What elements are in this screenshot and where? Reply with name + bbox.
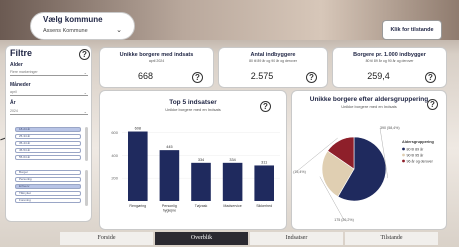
help-icon[interactable]: ? [192, 72, 203, 83]
chevron-down-icon: ⌄ [83, 109, 87, 114]
tab-tilstande[interactable]: Tilstande [345, 232, 438, 245]
help-icon[interactable]: ? [427, 99, 438, 110]
bar [128, 131, 148, 201]
kpi-subtitle: 80 til 89 år og 90 år og derover [249, 59, 297, 63]
bar [222, 162, 243, 201]
kommune-selector[interactable]: Vælg kommune Assens Kommune ⌄ [30, 12, 135, 40]
legend-label: 96 år og derover [407, 159, 434, 163]
y-tick-label: 200 [111, 176, 118, 181]
filter-chip[interactable]: 35-44 år [15, 141, 81, 146]
maaneder-select[interactable]: april ⌄ [10, 89, 88, 96]
help-icon[interactable]: ? [425, 72, 436, 83]
legend-title: Aldersgruppering [402, 140, 435, 144]
legend-label: 80 til 89 år [407, 147, 425, 151]
pie-chart: 390 (58,4%) 175 (26,2%) 103 (15,4%) Aldersg… [292, 126, 435, 222]
kpi-title: Borgere pr. 1.000 indbygger [353, 52, 426, 58]
legend-swatch [402, 153, 405, 157]
aar-select-value: 2024 [10, 109, 18, 113]
help-icon[interactable]: ? [79, 49, 90, 60]
filter-chip[interactable]: Erhverv [15, 184, 81, 189]
chart-subtitle: Unikke borgere med en Indsats [165, 107, 221, 112]
x-tick-label: Personlig [162, 204, 177, 208]
pie-data-label: 175 (26,2%) [334, 218, 354, 222]
filter-chip[interactable]: Borger [15, 170, 81, 175]
kommune-value: Assens Kommune [43, 28, 88, 34]
help-icon[interactable]: ? [260, 101, 271, 112]
kpi-card-indbyggere: Antal indbyggere 80 til 89 år og 90 år o… [218, 47, 328, 88]
x-tick-label: Madservice [223, 204, 241, 208]
chart-title: Top 5 indsatser [169, 99, 217, 106]
filter-chip[interactable]: Personlig [15, 177, 81, 182]
kpi-subtitle: 80 til 89 år og 90 år og derover [365, 59, 414, 63]
bar-value-label: 311 [261, 160, 267, 164]
pie-data-label: 390 (58,4%) [380, 126, 400, 130]
scrollbar[interactable] [85, 170, 88, 206]
scrollbar[interactable] [85, 127, 88, 161]
maaneder-select-value: april [10, 90, 17, 94]
bar-chart-card: Top 5 indsatser Unikke borgere med en In… [99, 90, 287, 230]
kpi-title: Unikke borgere med indsats [119, 52, 194, 58]
filter-chip[interactable]: 18-24 år [15, 127, 81, 132]
bar [254, 165, 274, 201]
help-icon[interactable]: ? [306, 72, 317, 83]
filter-label-maaneder: Måneder [10, 82, 31, 88]
tab-indsatser[interactable]: Indsatser [250, 232, 343, 245]
legend-swatch [402, 159, 405, 163]
bar-value-label: 334 [229, 158, 235, 162]
filter-label-aar: År [10, 100, 16, 106]
kpi-value: 259,4 [367, 71, 390, 81]
x-tick-label: Sikkerhed [256, 204, 272, 208]
tab-forside[interactable]: Forside [60, 232, 153, 245]
kpi-value: 668 [137, 71, 154, 81]
filter-panel: Filtre ? Alder Flere markeringer ⌄ Månede… [5, 45, 92, 222]
aar-select[interactable]: 2024 ⌄ [10, 108, 88, 115]
filter-chip[interactable]: 55-64 år [15, 155, 81, 160]
bar [159, 150, 180, 201]
filter-chip[interactable]: Tilknyttet [15, 191, 81, 196]
chart-title: Unikke borgere efter aldersgruppering [309, 96, 429, 103]
bar-value-label: 445 [166, 145, 172, 149]
filter-chip[interactable]: Forening [15, 198, 81, 203]
bar [191, 162, 211, 201]
chart-subtitle: Unikke borgere med en Indsats [341, 104, 397, 109]
kpi-title: Antal indbyggere [250, 52, 296, 58]
pie-data-label: 103 (15,4%) [292, 170, 306, 174]
y-tick-label: 600 [111, 130, 118, 135]
alder-select-value: Flere markeringer [10, 70, 38, 74]
bar-chart: 200 400 600 608 Rengøring 445 Personlighygiejn… [111, 127, 280, 213]
bottom-navigation: Forside Overblik Indsatser Tilstande [60, 232, 440, 245]
legend-label: 90 til 95 år [407, 153, 425, 157]
kpi-card-unikke-borgere: Unikke borgere med indsats april 2024 66… [99, 47, 214, 88]
filter-title: Filtre [10, 48, 33, 58]
legend-swatch [402, 147, 405, 151]
kpi-value: 2.575 [250, 71, 274, 81]
alder-select[interactable]: Flere markeringer ⌄ [10, 69, 88, 76]
x-tick-label: Tøjvask [195, 204, 208, 208]
chevron-down-icon: ⌄ [83, 70, 87, 75]
kpi-subtitle: april 2024 [148, 59, 165, 63]
help-states-button[interactable]: Klik for tilstande [382, 20, 442, 40]
chevron-down-icon: ⌄ [116, 27, 122, 34]
filter-chip[interactable]: 45-54 år [15, 148, 81, 153]
chevron-down-icon: ⌄ [83, 90, 87, 95]
kpi-card-pr-1000: Borgere pr. 1.000 indbygger 80 til 89 år… [332, 47, 447, 88]
filter-label-alder: Alder [10, 62, 23, 68]
filter-chip[interactable]: 25-34 år [15, 134, 81, 139]
pie-chart-card: Unikke borgere efter aldersgruppering Un… [291, 90, 447, 230]
tab-overblik[interactable]: Overblik [155, 232, 248, 245]
x-tick-label: hygiejne [163, 209, 176, 213]
bar-value-label: 334 [198, 158, 204, 162]
kommune-title: Vælg kommune [43, 15, 103, 24]
bar-value-label: 608 [135, 127, 141, 131]
y-tick-label: 400 [111, 153, 118, 158]
x-tick-label: Rengøring [129, 204, 146, 208]
